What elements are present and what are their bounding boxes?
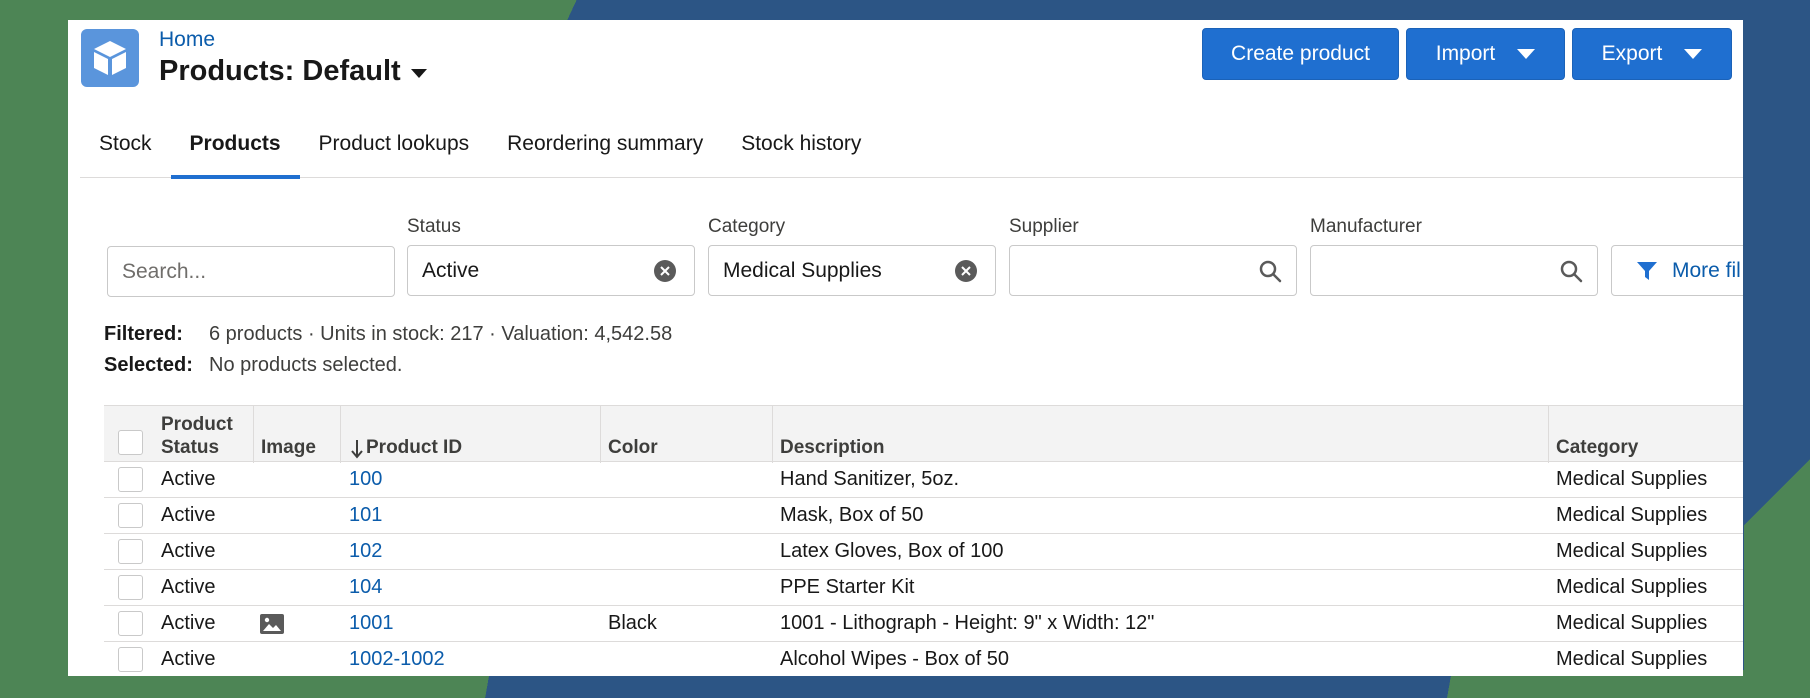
filtered-label: Filtered: [104,323,183,345]
filtered-summary: Filtered: 6 products · Units in stock: 21… [104,323,672,346]
cell-status: Active [161,648,216,670]
chevron-down-icon [1684,49,1703,59]
column-image[interactable]: Image [253,406,340,463]
row-checkbox[interactable] [118,575,143,600]
export-button[interactable]: Export [1572,28,1732,80]
cell-status: Active [161,612,216,634]
table-row[interactable]: Active 104 PPE Starter Kit Medical Suppl… [104,570,1743,606]
cell-description: PPE Starter Kit [780,576,915,598]
cell-color: Black [608,612,657,634]
row-checkbox[interactable] [118,647,143,672]
manufacturer-input[interactable] [1310,245,1598,296]
column-color[interactable]: Color [600,406,772,463]
status-filter-label: Status [407,216,461,237]
supplier-input[interactable] [1009,245,1297,296]
search-icon[interactable] [1258,259,1282,289]
status-filter-value: Active [422,258,480,282]
page-title-text: Products: Default [159,55,401,87]
table-header: Product Status Image Product ID Color De… [104,405,1743,463]
product-id-link[interactable]: 1001 [349,612,394,635]
row-checkbox[interactable] [118,611,143,636]
chevron-down-icon [1517,49,1536,59]
cell-description: Hand Sanitizer, 5oz. [780,468,959,490]
cell-category: Medical Supplies [1556,540,1708,562]
cell-description: Latex Gloves, Box of 100 [780,540,1004,562]
export-label: Export [1601,42,1663,65]
sort-arrow-down-icon [351,440,363,459]
status-filter[interactable]: Active [407,245,695,296]
tab-products[interactable]: Products [170,124,300,179]
background-right-band [1744,330,1810,698]
table-row[interactable]: Active 1001 Black 1001 - Lithograph - He… [104,606,1743,642]
image-icon[interactable] [260,606,284,641]
cell-category: Medical Supplies [1556,648,1708,670]
column-product-status-line2: Status [161,437,220,458]
cell-status: Active [161,504,216,526]
import-button[interactable]: Import [1406,28,1565,80]
cube-icon [81,29,139,87]
column-product-id[interactable]: Product ID [340,406,600,463]
cell-description: 1001 - Lithograph - Height: 9" x Width: … [780,612,1155,634]
more-filters-button[interactable]: More fil [1611,245,1743,296]
cell-description: Alcohol Wipes - Box of 50 [780,648,1009,670]
table-row[interactable]: Active 1002-1002 Alcohol Wipes - Box of … [104,642,1743,676]
selected-summary: Selected: No products selected. [104,354,402,377]
column-product-status[interactable]: Product Status [153,406,253,463]
category-filter[interactable]: Medical Supplies [708,245,996,296]
selected-label: Selected: [104,354,193,376]
manufacturer-filter-label: Manufacturer [1310,216,1422,237]
column-category[interactable]: Category [1548,406,1743,463]
search-placeholder: Search... [122,259,207,283]
category-filter-label: Category [708,216,786,237]
table-row[interactable]: Active 100 Hand Sanitizer, 5oz. Medical … [104,462,1743,498]
tab-product-lookups[interactable]: Product lookups [300,124,489,178]
cell-status: Active [161,576,216,598]
page-title[interactable]: Products: Default [159,55,427,88]
column-product-id-label: Product ID [366,437,463,458]
category-filter-value: Medical Supplies [723,258,882,282]
product-id-link[interactable]: 102 [349,540,382,563]
cell-category: Medical Supplies [1556,576,1708,598]
selected-value: No products selected. [209,354,403,376]
search-input[interactable]: Search... [107,246,395,297]
create-product-button[interactable]: Create product [1202,28,1399,80]
column-product-status-line1: Product [161,414,233,435]
cell-status: Active [161,540,216,562]
product-id-link[interactable]: 101 [349,504,382,527]
row-checkbox[interactable] [118,467,143,492]
cell-category: Medical Supplies [1556,504,1708,526]
row-checkbox[interactable] [118,503,143,528]
column-description[interactable]: Description [772,406,1548,463]
tab-bar: Stock Products Product lookups Reorderin… [80,124,1743,179]
cell-status: Active [161,468,216,490]
clear-icon[interactable] [654,260,676,282]
products-panel: Home Products: Default Create product Im… [68,20,1743,676]
chevron-down-icon[interactable] [410,69,427,78]
tab-stock-history[interactable]: Stock history [722,124,880,178]
tab-reordering-summary[interactable]: Reordering summary [488,124,722,178]
filter-icon [1637,261,1657,280]
table-row[interactable]: Active 101 Mask, Box of 50 Medical Suppl… [104,498,1743,534]
breadcrumb-home[interactable]: Home [159,28,215,52]
more-filters-label: More fil [1672,258,1741,282]
create-product-label: Create product [1231,42,1370,65]
product-id-link[interactable]: 1002-1002 [349,648,445,671]
table-row[interactable]: Active 102 Latex Gloves, Box of 100 Medi… [104,534,1743,570]
select-all-checkbox[interactable] [118,430,143,455]
clear-icon[interactable] [955,260,977,282]
import-label: Import [1435,42,1496,65]
filtered-value: 6 products · Units in stock: 217 · Valua… [209,323,673,345]
cell-category: Medical Supplies [1556,612,1708,634]
product-id-link[interactable]: 104 [349,576,382,599]
cell-category: Medical Supplies [1556,468,1708,490]
tab-stock[interactable]: Stock [80,124,171,178]
product-id-link[interactable]: 100 [349,468,382,491]
cell-description: Mask, Box of 50 [780,504,924,526]
supplier-filter-label: Supplier [1009,216,1079,237]
row-checkbox[interactable] [118,539,143,564]
search-icon[interactable] [1559,259,1583,289]
